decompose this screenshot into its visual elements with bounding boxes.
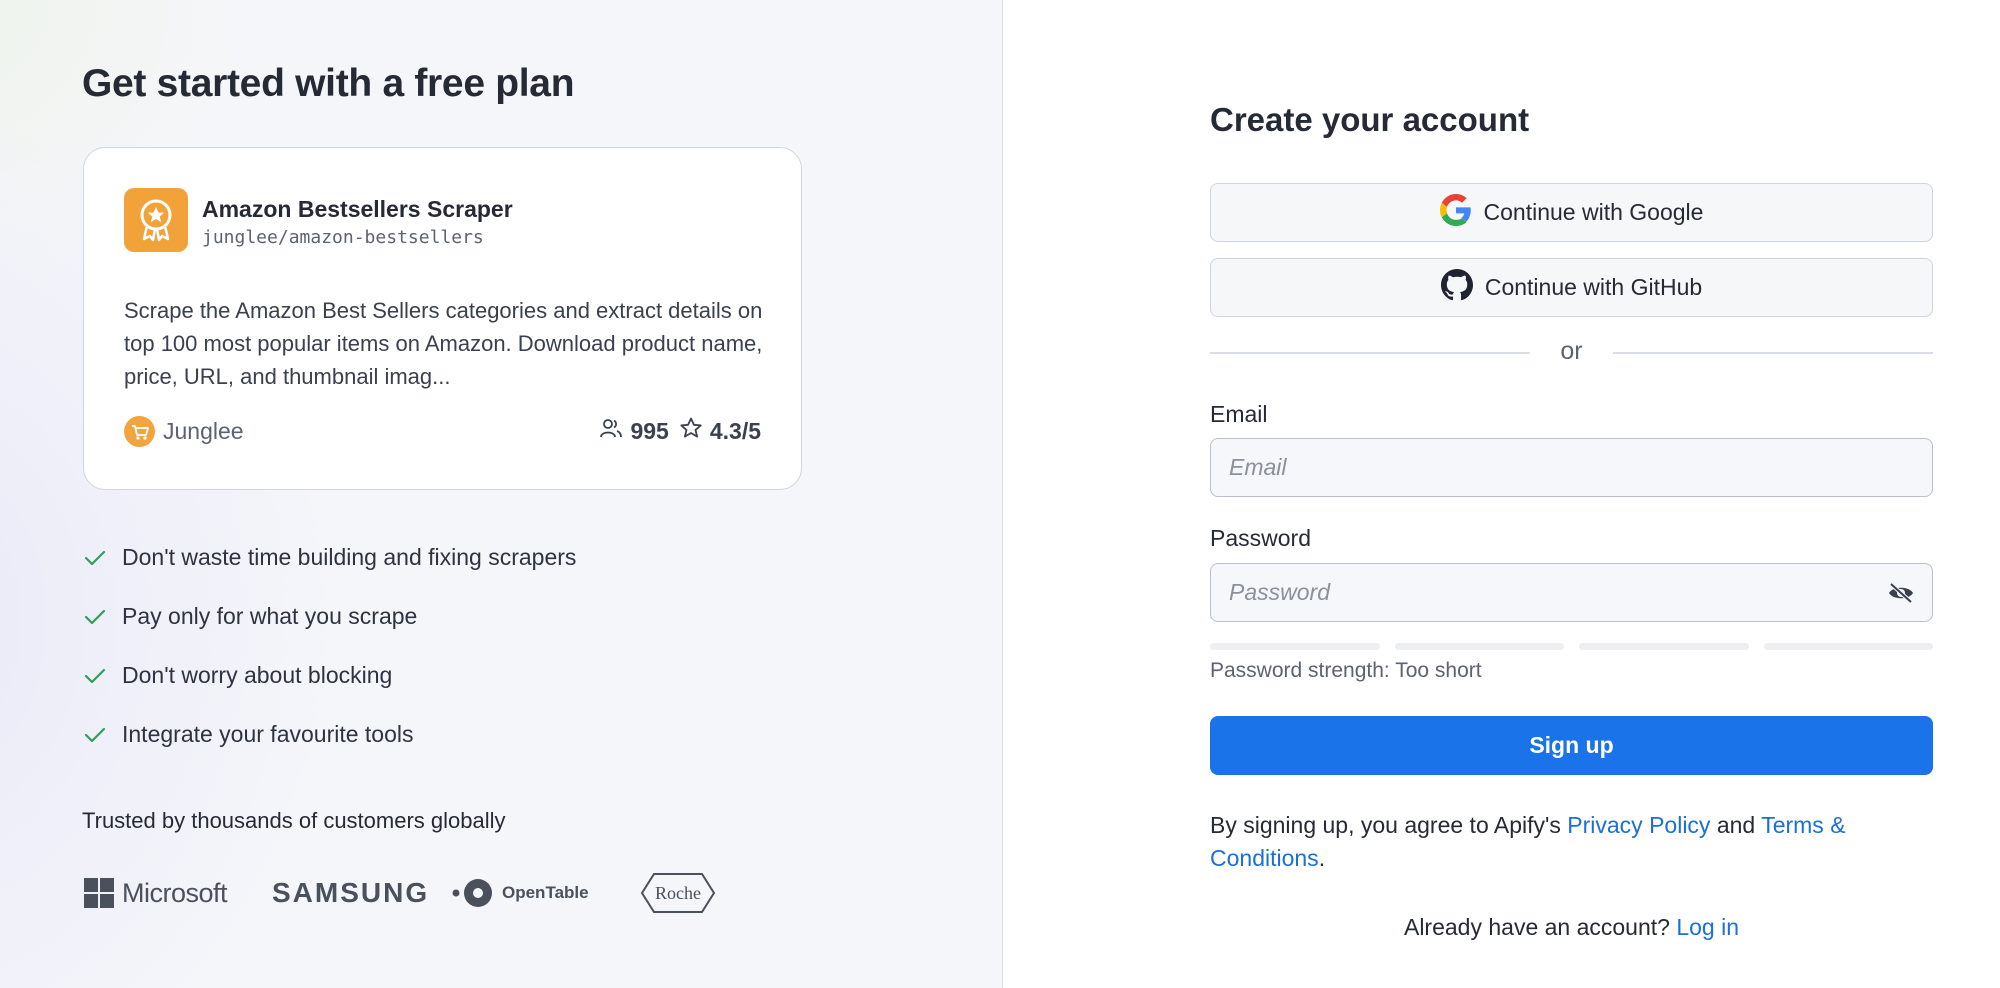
github-icon [1440, 268, 1473, 307]
customer-logos: Microsoft SAMSUNG OpenTable Roche [84, 870, 724, 916]
author-name: Junglee [163, 418, 244, 444]
actor-slug: junglee/amazon-bestsellers [202, 227, 484, 248]
password-strength-meter [1210, 643, 1933, 650]
strength-segment [1763, 643, 1933, 650]
legal-text: By signing up, you agree to Apify's Priv… [1210, 812, 1846, 871]
star-icon [679, 416, 703, 446]
microsoft-logo: Microsoft [84, 870, 228, 916]
actor-name: Amazon Bestsellers Scraper [202, 196, 513, 222]
benefit-text: Don't worry about blocking [122, 662, 393, 688]
email-label: Email [1210, 401, 1268, 427]
opentable-logo: OpenTable [452, 870, 589, 916]
google-icon [1439, 193, 1472, 232]
check-icon [84, 549, 108, 567]
privacy-policy-link[interactable]: Privacy Policy [1567, 812, 1710, 838]
actor-card-footer: Junglee 995 4.3/5 [124, 416, 761, 450]
cart-icon [124, 416, 155, 447]
check-icon [84, 608, 108, 626]
rating-value: 4.3/5 [709, 417, 761, 444]
benefits-list: Don't waste time building and fixing scr… [84, 528, 576, 764]
github-button-label: Continue with GitHub [1484, 274, 1703, 300]
actor-stats: 995 4.3/5 [599, 416, 761, 446]
benefit-text: Don't waste time building and fixing scr… [122, 544, 577, 570]
promo-panel: Get started with a free plan Amazon Best… [0, 0, 1003, 988]
benefit-item: Pay only for what you scrape [84, 587, 576, 646]
password-label: Password [1210, 525, 1311, 551]
benefit-item: Integrate your favourite tools [84, 705, 576, 764]
show-password-toggle[interactable] [1887, 581, 1915, 605]
trusted-text: Trusted by thousands of customers global… [82, 808, 506, 833]
award-badge-icon [124, 188, 188, 252]
roche-logo: Roche [640, 870, 716, 916]
samsung-logo: SAMSUNG [272, 877, 430, 908]
benefit-text: Integrate your favourite tools [122, 721, 414, 747]
continue-with-google-button[interactable]: Continue with Google [1210, 183, 1933, 242]
log-in-link[interactable]: Log in [1676, 914, 1739, 940]
strength-segment [1579, 643, 1749, 650]
benefit-item: Don't waste time building and fixing scr… [84, 528, 576, 587]
actor-card[interactable]: Amazon Bestsellers Scraper junglee/amazo… [83, 147, 802, 490]
users-count: 995 [630, 417, 669, 444]
actor-author: Junglee [124, 416, 244, 447]
strength-segment [1394, 643, 1564, 650]
check-icon [84, 726, 108, 744]
email-input[interactable] [1210, 438, 1933, 497]
login-prompt: Already have an account? Log in [1403, 914, 1740, 940]
page-title: Get started with a free plan [82, 62, 575, 105]
benefit-item: Don't worry about blocking [84, 646, 576, 705]
strength-segment [1210, 643, 1380, 650]
users-icon [599, 417, 623, 445]
password-strength-text: Password strength: Too short [1210, 659, 1482, 682]
signup-panel: Create your account Continue with Google… [1004, 0, 2000, 988]
form-title: Create your account [1210, 101, 1530, 138]
check-icon [84, 667, 108, 685]
continue-with-github-button[interactable]: Continue with GitHub [1210, 258, 1933, 317]
google-button-label: Continue with Google [1483, 199, 1704, 225]
benefit-text: Pay only for what you scrape [122, 603, 418, 629]
sign-up-button[interactable]: Sign up [1210, 716, 1933, 775]
eye-off-icon [1889, 582, 1913, 604]
password-input[interactable] [1210, 563, 1933, 622]
actor-description: Scrape the Amazon Best Sellers categorie… [124, 298, 763, 389]
or-divider: or [1210, 337, 1933, 367]
